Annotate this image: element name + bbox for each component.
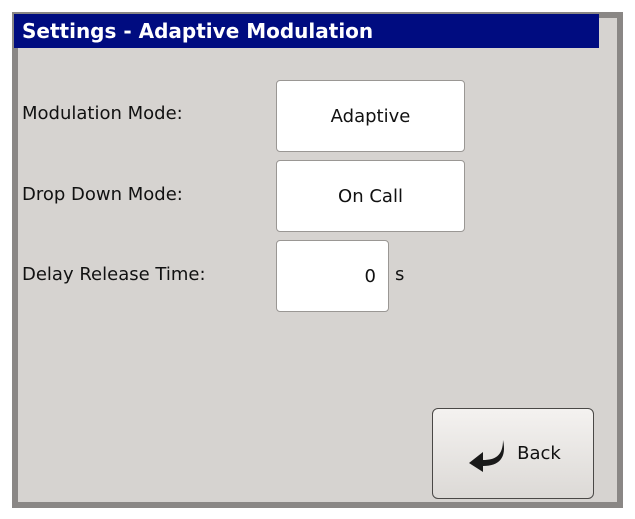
- delay-release-time-value: 0: [364, 265, 376, 287]
- drop-down-mode-value: On Call: [338, 185, 403, 207]
- window-title: Settings - Adaptive Modulation: [14, 14, 599, 48]
- delay-release-time-input[interactable]: 0: [276, 240, 389, 312]
- back-button[interactable]: Back: [432, 408, 594, 499]
- drop-down-mode-selector[interactable]: On Call: [276, 160, 465, 232]
- delay-release-time-unit: s: [395, 264, 405, 285]
- modulation-mode-value: Adaptive: [330, 105, 411, 127]
- drop-down-mode-label: Drop Down Mode:: [22, 184, 183, 205]
- return-arrow-icon: [469, 439, 505, 472]
- modulation-mode-label: Modulation Mode:: [22, 103, 183, 124]
- delay-release-time-label: Delay Release Time:: [22, 264, 206, 285]
- back-button-label: Back: [517, 443, 561, 464]
- modulation-mode-selector[interactable]: Adaptive: [276, 80, 465, 152]
